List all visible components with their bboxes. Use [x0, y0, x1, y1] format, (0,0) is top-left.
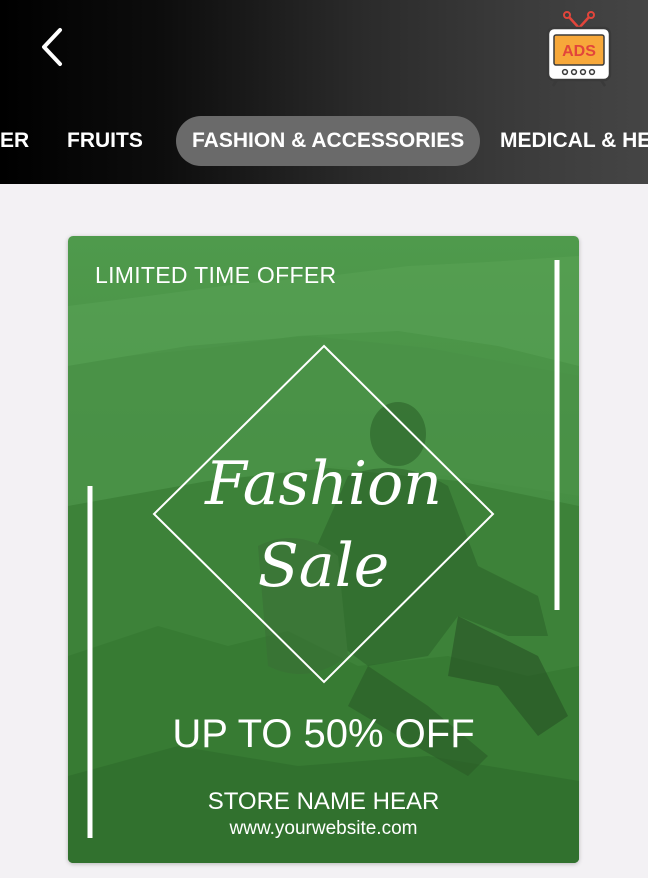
website-link: www.yourwebsite.com — [229, 818, 418, 839]
ads-tv-icon: ADS — [546, 11, 612, 87]
chevron-left-icon — [42, 28, 62, 66]
tab-fruits[interactable]: FRUITS — [67, 116, 143, 166]
category-tabs: ER FRUITS FASHION & ACCESSORIES MEDICAL … — [0, 116, 648, 166]
top-app-bar: ADS ER FRUITS FASHION & ACCESSORIES MEDI… — [0, 0, 648, 184]
tab-fashion-accessories[interactable]: FASHION & ACCESSORIES — [176, 116, 481, 166]
ads-button[interactable]: ADS — [545, 8, 613, 88]
ad-title-line-2: Sale — [257, 531, 390, 601]
back-button[interactable] — [30, 22, 74, 72]
discount-text: UP TO 50% OFF — [172, 712, 475, 756]
store-name: STORE NAME HEAR — [207, 788, 440, 815]
offer-label: LIMITED TIME OFFER — [95, 262, 337, 288]
tab-partial-left[interactable]: ER — [0, 116, 29, 166]
fashion-sale-ad-banner[interactable]: LIMITED TIME OFFER Fashion Sale UP TO 50… — [68, 236, 579, 863]
tab-medical-health[interactable]: MEDICAL & HE — [500, 116, 648, 166]
ad-title-line-1: Fashion — [205, 449, 442, 519]
ads-icon-label: ADS — [562, 43, 596, 60]
